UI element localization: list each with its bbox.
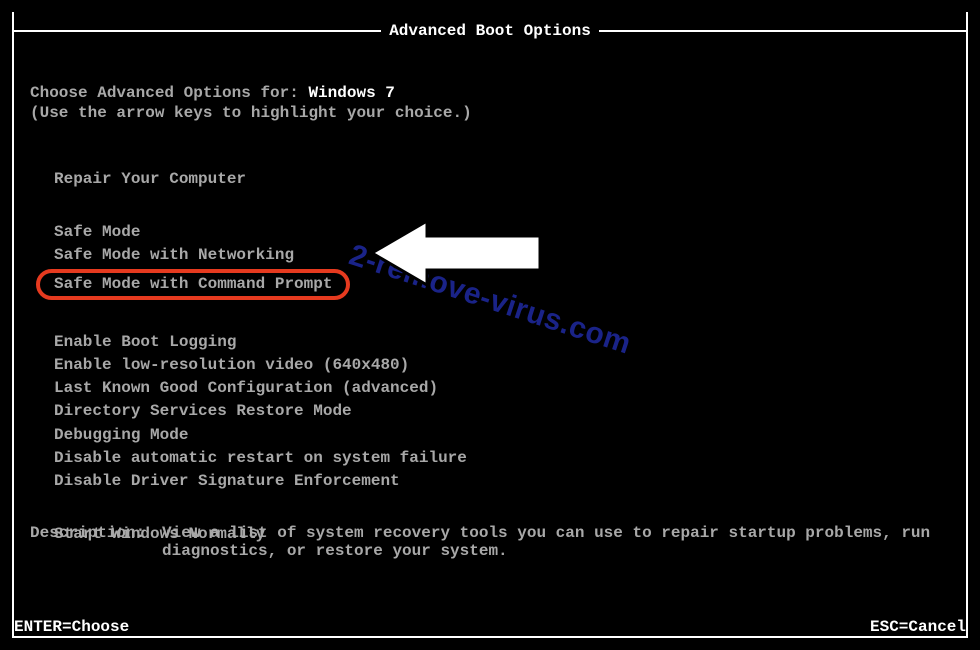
option-last-known-good[interactable]: Last Known Good Configuration (advanced) — [54, 377, 438, 400]
description-label: Description: — [30, 524, 162, 560]
description-text: View a list of system recovery tools you… — [162, 524, 980, 560]
option-safe-mode-networking[interactable]: Safe Mode with Networking — [54, 244, 294, 267]
instruction-text: (Use the arrow keys to highlight your ch… — [30, 104, 950, 122]
option-safe-mode-command-prompt[interactable]: Safe Mode with Command Prompt — [36, 269, 350, 300]
choose-label: Choose Advanced Options for: — [30, 84, 308, 102]
option-debugging-mode[interactable]: Debugging Mode — [54, 424, 188, 447]
option-ds-restore-mode[interactable]: Directory Services Restore Mode — [54, 400, 352, 423]
option-group-1: Safe Mode Safe Mode with Networking Safe… — [54, 221, 950, 301]
option-disable-driver-sig[interactable]: Disable Driver Signature Enforcement — [54, 470, 400, 493]
content: Choose Advanced Options for: Windows 7 (… — [30, 84, 950, 546]
option-low-res-video[interactable]: Enable low-resolution video (640x480) — [54, 354, 409, 377]
footer: ENTER=Choose ESC=Cancel — [14, 618, 966, 636]
option-disable-auto-restart[interactable]: Disable automatic restart on system fail… — [54, 447, 467, 470]
footer-esc: ESC=Cancel — [870, 618, 966, 636]
option-enable-boot-logging[interactable]: Enable Boot Logging — [54, 331, 236, 354]
option-repair-your-computer[interactable]: Repair Your Computer — [54, 168, 246, 191]
os-name: Windows 7 — [308, 84, 394, 102]
option-safe-mode[interactable]: Safe Mode — [54, 221, 140, 244]
option-group-2: Enable Boot Logging Enable low-resolutio… — [54, 331, 950, 493]
option-group-0: Repair Your Computer — [54, 168, 950, 191]
description-block: Description: View a list of system recov… — [30, 524, 980, 560]
footer-enter: ENTER=Choose — [14, 618, 129, 636]
choose-line: Choose Advanced Options for: Windows 7 — [30, 84, 950, 102]
